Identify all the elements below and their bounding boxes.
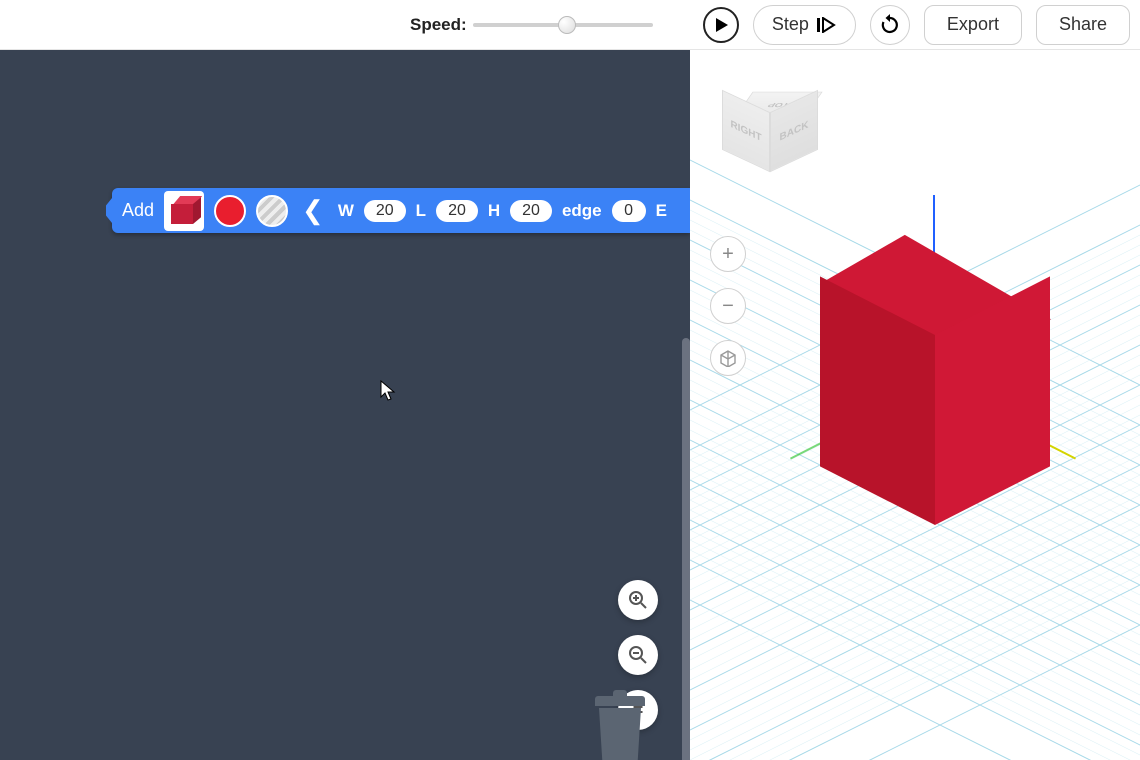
viewport-zoom-out-button[interactable]: − [710,288,746,324]
slider-thumb[interactable] [558,16,576,34]
cursor-icon [380,380,396,402]
speed-control: Speed: [410,15,653,35]
canvas-zoom-out-button[interactable] [618,635,658,675]
cube-icon [171,198,197,224]
scrollbar[interactable] [682,338,690,760]
share-button[interactable]: Share [1036,5,1130,45]
step-button[interactable]: Step [753,5,856,45]
share-label: Share [1059,14,1107,35]
zoom-in-icon [628,590,648,610]
trash-icon[interactable] [595,696,645,760]
reset-icon [879,14,901,36]
param-w-label: W [338,201,354,221]
cube-model[interactable] [820,275,1050,545]
play-button[interactable] [703,7,739,43]
code-canvas[interactable]: Add ❮ W 20 L 20 H 20 edge 0 E [0,50,690,760]
main-split: Add ❮ W 20 L 20 H 20 edge 0 E [0,50,1140,760]
step-label: Step [772,14,809,35]
param-h-label: H [488,201,500,221]
reset-button[interactable] [870,5,910,45]
export-button[interactable]: Export [924,5,1022,45]
param-l-value[interactable]: 20 [436,200,478,222]
add-shape-block[interactable]: Add ❮ W 20 L 20 H 20 edge 0 E [112,188,690,233]
canvas-zoom-in-button[interactable] [618,580,658,620]
viewport-zoom-in-button[interactable]: + [710,236,746,272]
viewport-3d[interactable]: TOP RIGHT BACK + − [690,50,1140,760]
view-cube[interactable]: TOP RIGHT BACK [720,75,820,185]
zoom-out-icon [628,645,648,665]
speed-slider[interactable] [473,16,653,34]
add-label: Add [122,200,154,221]
shape-selector[interactable] [164,191,204,231]
param-l-label: L [416,201,426,221]
material-selector[interactable] [256,195,288,227]
param-w-value[interactable]: 20 [364,200,406,222]
color-selector[interactable] [214,195,246,227]
top-toolbar: Speed: Step Export Share [0,0,1140,50]
param-extra-label: E [656,201,667,221]
home-view-icon [719,349,737,367]
param-edge-value[interactable]: 0 [612,200,646,222]
param-h-value[interactable]: 20 [510,200,552,222]
chevron-left-icon[interactable]: ❮ [298,195,328,226]
plus-icon: + [722,243,734,266]
param-edge-label: edge [562,201,602,221]
speed-label: Speed: [410,15,467,35]
export-label: Export [947,14,999,35]
play-icon [713,17,729,33]
step-icon [817,17,837,33]
minus-icon: − [722,295,734,318]
viewport-home-button[interactable] [710,340,746,376]
